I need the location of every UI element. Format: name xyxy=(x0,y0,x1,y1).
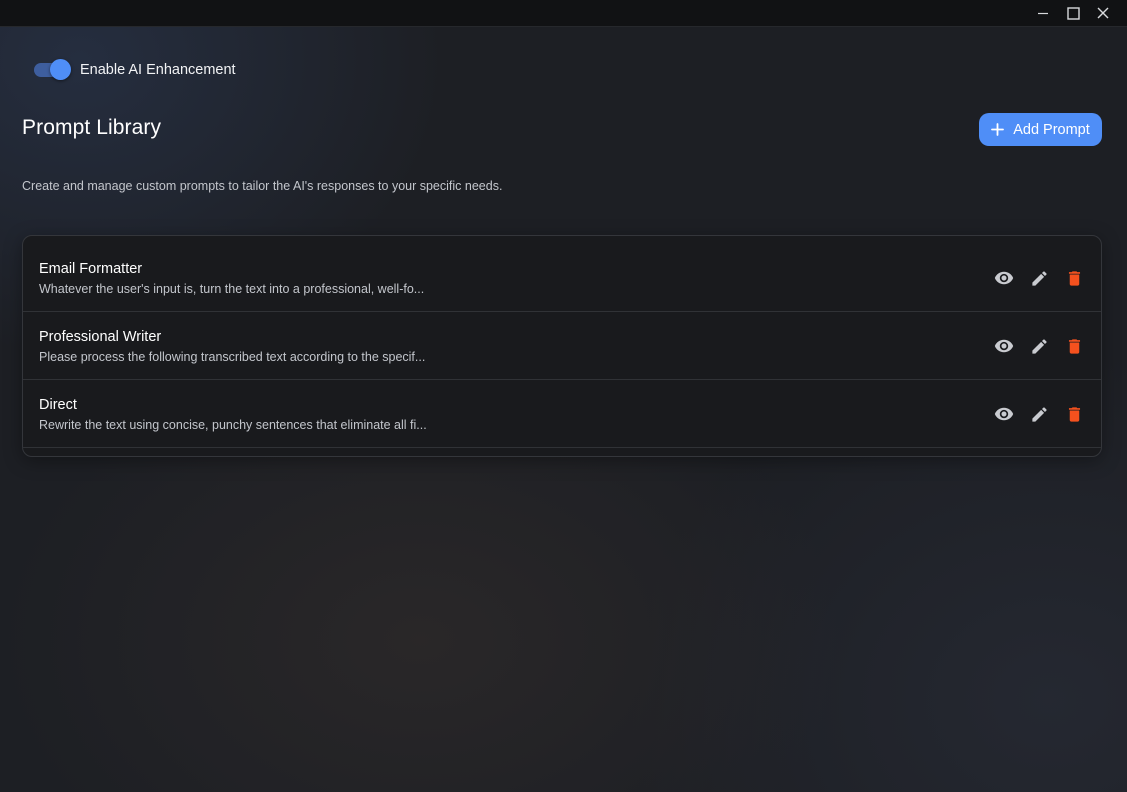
prompt-row[interactable]: Email Formatter Whatever the user's inpu… xyxy=(23,244,1101,312)
row-actions xyxy=(989,403,1089,425)
trash-icon xyxy=(1068,338,1080,354)
add-prompt-label: Add Prompt xyxy=(1013,121,1090,138)
delete-prompt-button[interactable] xyxy=(1063,335,1085,357)
plus-icon xyxy=(991,123,1005,136)
prompt-list: Email Formatter Whatever the user's inpu… xyxy=(22,235,1102,457)
title-bar xyxy=(0,0,1127,27)
eye-icon xyxy=(994,271,1014,285)
add-prompt-button[interactable]: Add Prompt xyxy=(979,113,1102,146)
prompt-preview: Rewrite the text using concise, punchy s… xyxy=(39,418,427,432)
row-actions xyxy=(989,335,1089,357)
delete-prompt-button[interactable] xyxy=(1063,403,1085,425)
view-prompt-button[interactable] xyxy=(993,267,1015,289)
edit-prompt-button[interactable] xyxy=(1028,403,1050,425)
pencil-icon xyxy=(1031,338,1047,354)
pencil-icon xyxy=(1031,270,1047,286)
row-actions xyxy=(989,267,1089,289)
page-description: Create and manage custom prompts to tail… xyxy=(22,179,503,193)
ai-enhancement-toggle-row: Enable AI Enhancement xyxy=(34,59,236,81)
prompt-preview: Please process the following transcribed… xyxy=(39,350,426,364)
view-prompt-button[interactable] xyxy=(993,335,1015,357)
minimize-button[interactable] xyxy=(1028,0,1058,26)
close-window-button[interactable] xyxy=(1088,0,1118,26)
page-title: Prompt Library xyxy=(22,116,162,139)
trash-icon xyxy=(1068,406,1080,422)
edit-prompt-button[interactable] xyxy=(1028,267,1050,289)
toggle-thumb xyxy=(50,59,71,80)
maximize-button[interactable] xyxy=(1058,0,1088,26)
ai-enhancement-toggle[interactable] xyxy=(34,59,72,81)
prompt-row[interactable]: Professional Writer Please process the f… xyxy=(23,312,1101,380)
prompt-row[interactable]: Direct Rewrite the text using concise, p… xyxy=(23,380,1101,448)
prompt-preview: Whatever the user's input is, turn the t… xyxy=(39,282,425,296)
eye-icon xyxy=(994,407,1014,421)
view-prompt-button[interactable] xyxy=(993,403,1015,425)
prompt-title: Direct xyxy=(39,397,77,413)
prompt-title: Email Formatter xyxy=(39,261,143,277)
pencil-icon xyxy=(1031,406,1047,422)
delete-prompt-button[interactable] xyxy=(1063,267,1085,289)
maximize-icon xyxy=(1066,6,1080,20)
prompt-title: Professional Writer xyxy=(39,329,162,345)
close-icon xyxy=(1097,7,1109,19)
edit-prompt-button[interactable] xyxy=(1028,335,1050,357)
trash-icon xyxy=(1068,270,1080,286)
eye-icon xyxy=(994,339,1014,353)
ai-enhancement-label: Enable AI Enhancement xyxy=(80,62,236,78)
minimize-icon xyxy=(1038,12,1048,15)
